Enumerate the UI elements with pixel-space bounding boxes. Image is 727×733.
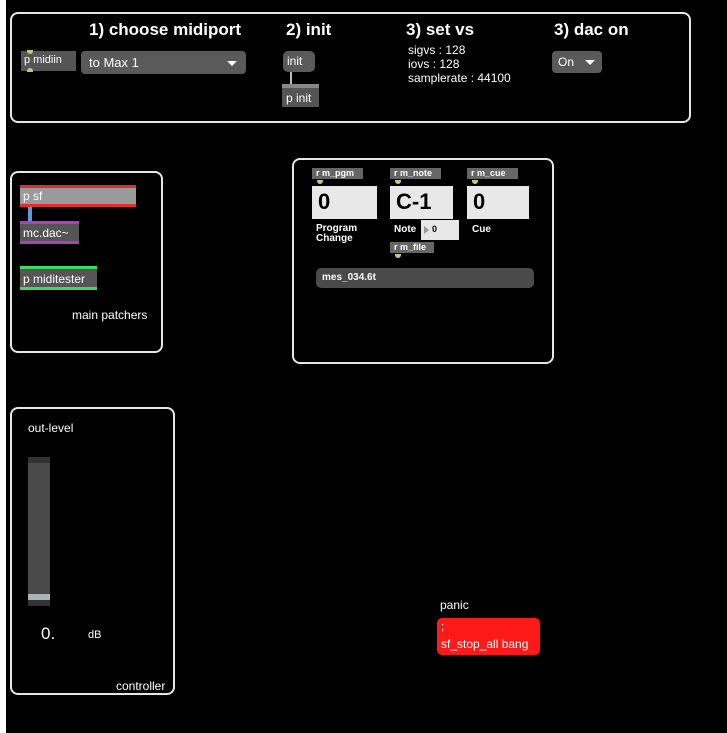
- init-object[interactable]: p init: [282, 84, 319, 107]
- cue-receive-object[interactable]: r m_cue: [467, 168, 518, 179]
- pgm-receive-object[interactable]: r m_pgm: [312, 168, 363, 179]
- file-message-text: mes_034.6t: [322, 272, 376, 283]
- dac-menu-value: On: [558, 55, 575, 69]
- cue-label: Cue: [472, 224, 491, 235]
- panic-message-box[interactable]: ; sf_stop_all bang: [437, 618, 540, 655]
- iovs-info: iovs : 128: [408, 57, 460, 71]
- step1-title: 1) choose midiport: [89, 20, 242, 39]
- file-message-box[interactable]: mes_034.6t: [316, 268, 534, 288]
- sf-to-dac-cord: [28, 207, 32, 222]
- mcdac-object[interactable]: mc.dac~: [20, 221, 79, 244]
- program-number-box[interactable]: 0: [312, 186, 377, 219]
- miditester-object-label: p miditester: [23, 272, 86, 286]
- init-patch-cord: [290, 72, 292, 84]
- midiport-menu-value: to Max 1: [89, 55, 139, 70]
- note-number-box[interactable]: C-1: [390, 186, 453, 219]
- midiin-outlet[interactable]: [27, 68, 33, 72]
- note-sub-value: 0: [432, 224, 438, 234]
- step3-title: 3) set vs: [406, 20, 475, 39]
- midiin-object-label: p midiin: [24, 54, 62, 66]
- slider-bottom-cap: [28, 600, 50, 606]
- note-receive-object[interactable]: r m_note: [390, 168, 441, 179]
- sf-object-label: p sf: [23, 189, 43, 203]
- controller-label: controller: [116, 679, 166, 693]
- sigvs-info: sigvs : 128: [408, 43, 466, 57]
- main-patchers-label: main patchers: [72, 308, 148, 322]
- midiport-menu[interactable]: to Max 1: [81, 51, 246, 74]
- db-unit-label: dB: [88, 629, 102, 641]
- out-level-label: out-level: [28, 421, 74, 435]
- init-button-label: init: [287, 54, 303, 68]
- play-triangle-icon: [424, 226, 429, 234]
- panic-line1: ;: [441, 621, 445, 633]
- level-value: 0.: [41, 624, 56, 643]
- patcher-canvas: 1) choose midiport 2) init 3) set vs 3) …: [6, 0, 727, 733]
- init-object-label: p init: [286, 91, 312, 105]
- mcdac-object-label: mc.dac~: [23, 226, 69, 240]
- miditester-object[interactable]: p miditester: [20, 266, 97, 290]
- init-button[interactable]: init: [283, 51, 315, 72]
- slider-top-cap: [28, 457, 50, 463]
- program-change-label: Program Change: [316, 223, 358, 244]
- midiport-chevron-down-icon: [227, 61, 237, 66]
- note-label: Note: [394, 224, 417, 235]
- samplerate-info: samplerate : 44100: [408, 71, 511, 85]
- panic-label: panic: [440, 598, 469, 612]
- cue-number-box[interactable]: 0: [467, 186, 529, 219]
- out-level-slider[interactable]: [28, 457, 50, 606]
- panic-line2: sf_stop_all bang: [441, 637, 529, 651]
- file-receive-object[interactable]: r m_file: [390, 242, 434, 253]
- step4-title: 3) dac on: [554, 20, 629, 39]
- step2-title: 2) init: [286, 20, 332, 39]
- dac-chevron-down-icon: [585, 60, 595, 65]
- note-sub-number-box[interactable]: 0: [421, 220, 459, 240]
- sf-object[interactable]: p sf: [20, 185, 136, 207]
